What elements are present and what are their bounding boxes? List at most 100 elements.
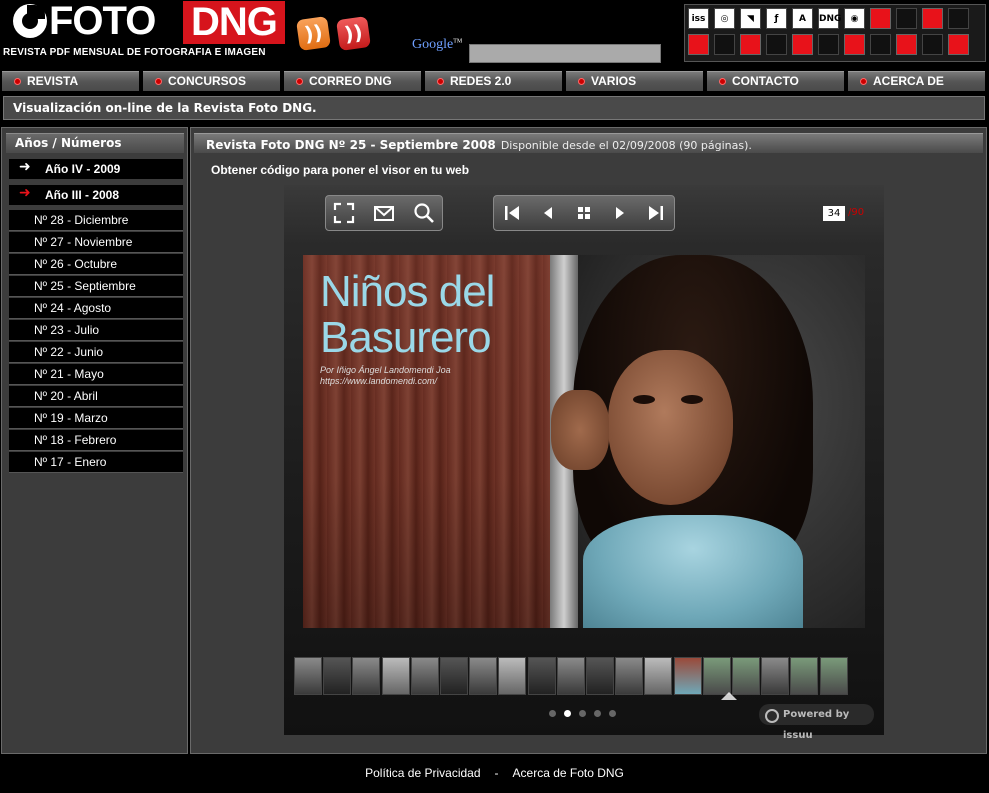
issue-item[interactable]: Nº 24 - Agosto	[9, 298, 183, 319]
issue-item[interactable]: Nº 26 - Octubre	[9, 254, 183, 275]
grid-red-tile	[740, 34, 761, 55]
first-page-button[interactable]	[494, 196, 530, 230]
grid-red-tile	[922, 8, 943, 29]
page-thumbnail[interactable]	[440, 657, 468, 695]
year-item[interactable]: ➜ Año III - 2008	[9, 185, 183, 205]
issuu-viewer: 34 /90 Niños del Basurero Por Iñigo Ángel…	[284, 185, 884, 741]
grid-red-tile	[844, 34, 865, 55]
previous-page-button[interactable]	[530, 196, 566, 230]
next-icon	[616, 207, 624, 219]
fotodng-icon[interactable]: DNG	[818, 8, 841, 29]
grid-red-tile	[792, 34, 813, 55]
issue-item[interactable]: Nº 28 - Diciembre	[9, 210, 183, 231]
page-banner: Visualización on-line de la Revista Foto…	[3, 96, 985, 120]
issue-item[interactable]: Nº 20 - Abril	[9, 386, 183, 407]
fullscreen-button[interactable]	[326, 196, 362, 230]
current-thumb-marker-icon	[721, 692, 737, 700]
nav-item-label: CONTACTO	[732, 74, 799, 88]
nav-item-label: ACERCA DE	[873, 74, 944, 88]
grid-red-tile	[688, 34, 709, 55]
issue-item[interactable]: Nº 25 - Septiembre	[9, 276, 183, 297]
page-thumbnail[interactable]	[323, 657, 352, 695]
embed-code-link[interactable]: Obtener código para poner el visor en tu…	[211, 163, 469, 177]
page-thumbnail[interactable]	[410, 657, 439, 695]
issue-item[interactable]: Nº 27 - Noviembre	[9, 232, 183, 253]
nav-item-revista[interactable]: REVISTA	[2, 71, 139, 91]
rss-feed-red-icon[interactable]: ))	[335, 15, 372, 52]
issue-item[interactable]: Nº 21 - Mayo	[9, 364, 183, 385]
girl-face	[608, 350, 733, 505]
issue-item[interactable]: Nº 22 - Junio	[9, 342, 183, 363]
red-stripe-icon[interactable]: ◥	[740, 8, 761, 29]
letter-a-icon[interactable]: A	[792, 8, 813, 29]
logo-dng-text: DNG	[183, 1, 285, 44]
page-thumbnail[interactable]	[644, 657, 673, 695]
magazine-page[interactable]: Niños del Basurero Por Iñigo Ángel Landom…	[303, 255, 865, 628]
nav-bullet-icon	[860, 78, 867, 85]
issuu-icon[interactable]: iss	[688, 8, 709, 29]
page-dot[interactable]	[564, 710, 571, 717]
year-item[interactable]: ➜ Año IV - 2009	[9, 159, 183, 179]
nav-item-label: CONCURSOS	[168, 74, 247, 88]
page-dot[interactable]	[594, 710, 601, 717]
about-link[interactable]: Acerca de Foto DNG	[513, 766, 624, 780]
privacy-link[interactable]: Política de Privacidad	[365, 766, 480, 780]
page-thumbnail[interactable]	[381, 657, 410, 695]
page-thumbnail[interactable]	[294, 657, 322, 695]
page-thumbnail[interactable]	[556, 657, 585, 695]
site-header: FOTO DNG REVISTA PDF MENSUAL DE FOTOGRAF…	[0, 0, 989, 68]
nav-item-label: REDES 2.0	[450, 74, 512, 88]
cover-credit: Por Iñigo Ángel Landomendi Joa https://ww…	[320, 365, 451, 386]
page-thumbnail[interactable]	[615, 657, 644, 695]
page-thumbnail[interactable]	[586, 657, 614, 695]
page-thumbnail[interactable]	[732, 657, 760, 695]
grid-view-button[interactable]	[566, 196, 602, 230]
page-dot[interactable]	[549, 710, 556, 717]
issue-item[interactable]: Nº 18 - Febrero	[9, 430, 183, 451]
next-page-button[interactable]	[602, 196, 638, 230]
site-logo[interactable]: FOTO DNG REVISTA PDF MENSUAL DE FOTOGRAF…	[3, 0, 285, 62]
issue-title: Revista Foto DNG Nº 25 - Septiembre 2008	[206, 138, 496, 152]
search-button[interactable]	[406, 196, 442, 230]
nav-item-contacto[interactable]: CONTACTO	[707, 71, 844, 91]
grid-empty-tile	[766, 34, 787, 55]
issue-item[interactable]: Nº 23 - Julio	[9, 320, 183, 341]
nav-item-concursos[interactable]: CONCURSOS	[143, 71, 280, 91]
nav-item-varios[interactable]: VARIOS	[566, 71, 703, 91]
fotodng-logo-icon[interactable]: ◉	[844, 8, 865, 29]
magnifier-icon	[414, 203, 434, 223]
page-thumbnail[interactable]	[761, 657, 790, 695]
nav-bullet-icon	[437, 78, 444, 85]
search-input[interactable]	[469, 44, 661, 63]
first-page-icon	[505, 206, 519, 220]
page-thumbnail[interactable]	[527, 657, 556, 695]
page-thumbnail[interactable]	[352, 657, 381, 695]
viewer-nav-toolbar	[493, 195, 675, 231]
nav-item-label: REVISTA	[27, 74, 79, 88]
target-icon[interactable]: ◎	[714, 8, 735, 29]
nav-item-correo-dng[interactable]: CORREO DNG	[284, 71, 421, 91]
page-thumbnail[interactable]	[469, 657, 498, 695]
page-thumbnail[interactable]	[819, 657, 848, 695]
girl-eye-right	[681, 395, 703, 404]
sidebar: Años / Números ➜ Año IV - 2009 ➜ Año III - …	[1, 127, 188, 754]
page-thumbnail[interactable]	[702, 657, 731, 695]
rss-feed-orange-icon[interactable]: ))	[295, 15, 332, 52]
script-icon[interactable]: ƒ	[766, 8, 787, 29]
issue-item[interactable]: Nº 19 - Marzo	[9, 408, 183, 429]
page-thumbnail[interactable]	[498, 657, 527, 695]
grid-icon	[578, 207, 590, 219]
last-page-button[interactable]	[638, 196, 674, 230]
main-nav: REVISTA CONCURSOS CORREO DNG REDES 2.0 VARIO…	[0, 69, 989, 93]
page-dot[interactable]	[609, 710, 616, 717]
grid-empty-tile	[922, 34, 943, 55]
page-thumbnail[interactable]	[673, 657, 702, 695]
powered-by-issuu-badge[interactable]: Powered by issuu	[759, 704, 874, 741]
issue-item[interactable]: Nº 17 - Enero	[9, 452, 183, 473]
nav-item-acerca-de[interactable]: ACERCA DE	[848, 71, 985, 91]
nav-item-redes-2-0[interactable]: REDES 2.0	[425, 71, 562, 91]
page-dot[interactable]	[579, 710, 586, 717]
page-thumbnail[interactable]	[790, 657, 819, 695]
email-button[interactable]	[366, 196, 402, 230]
current-page-number[interactable]: 34	[823, 206, 845, 221]
